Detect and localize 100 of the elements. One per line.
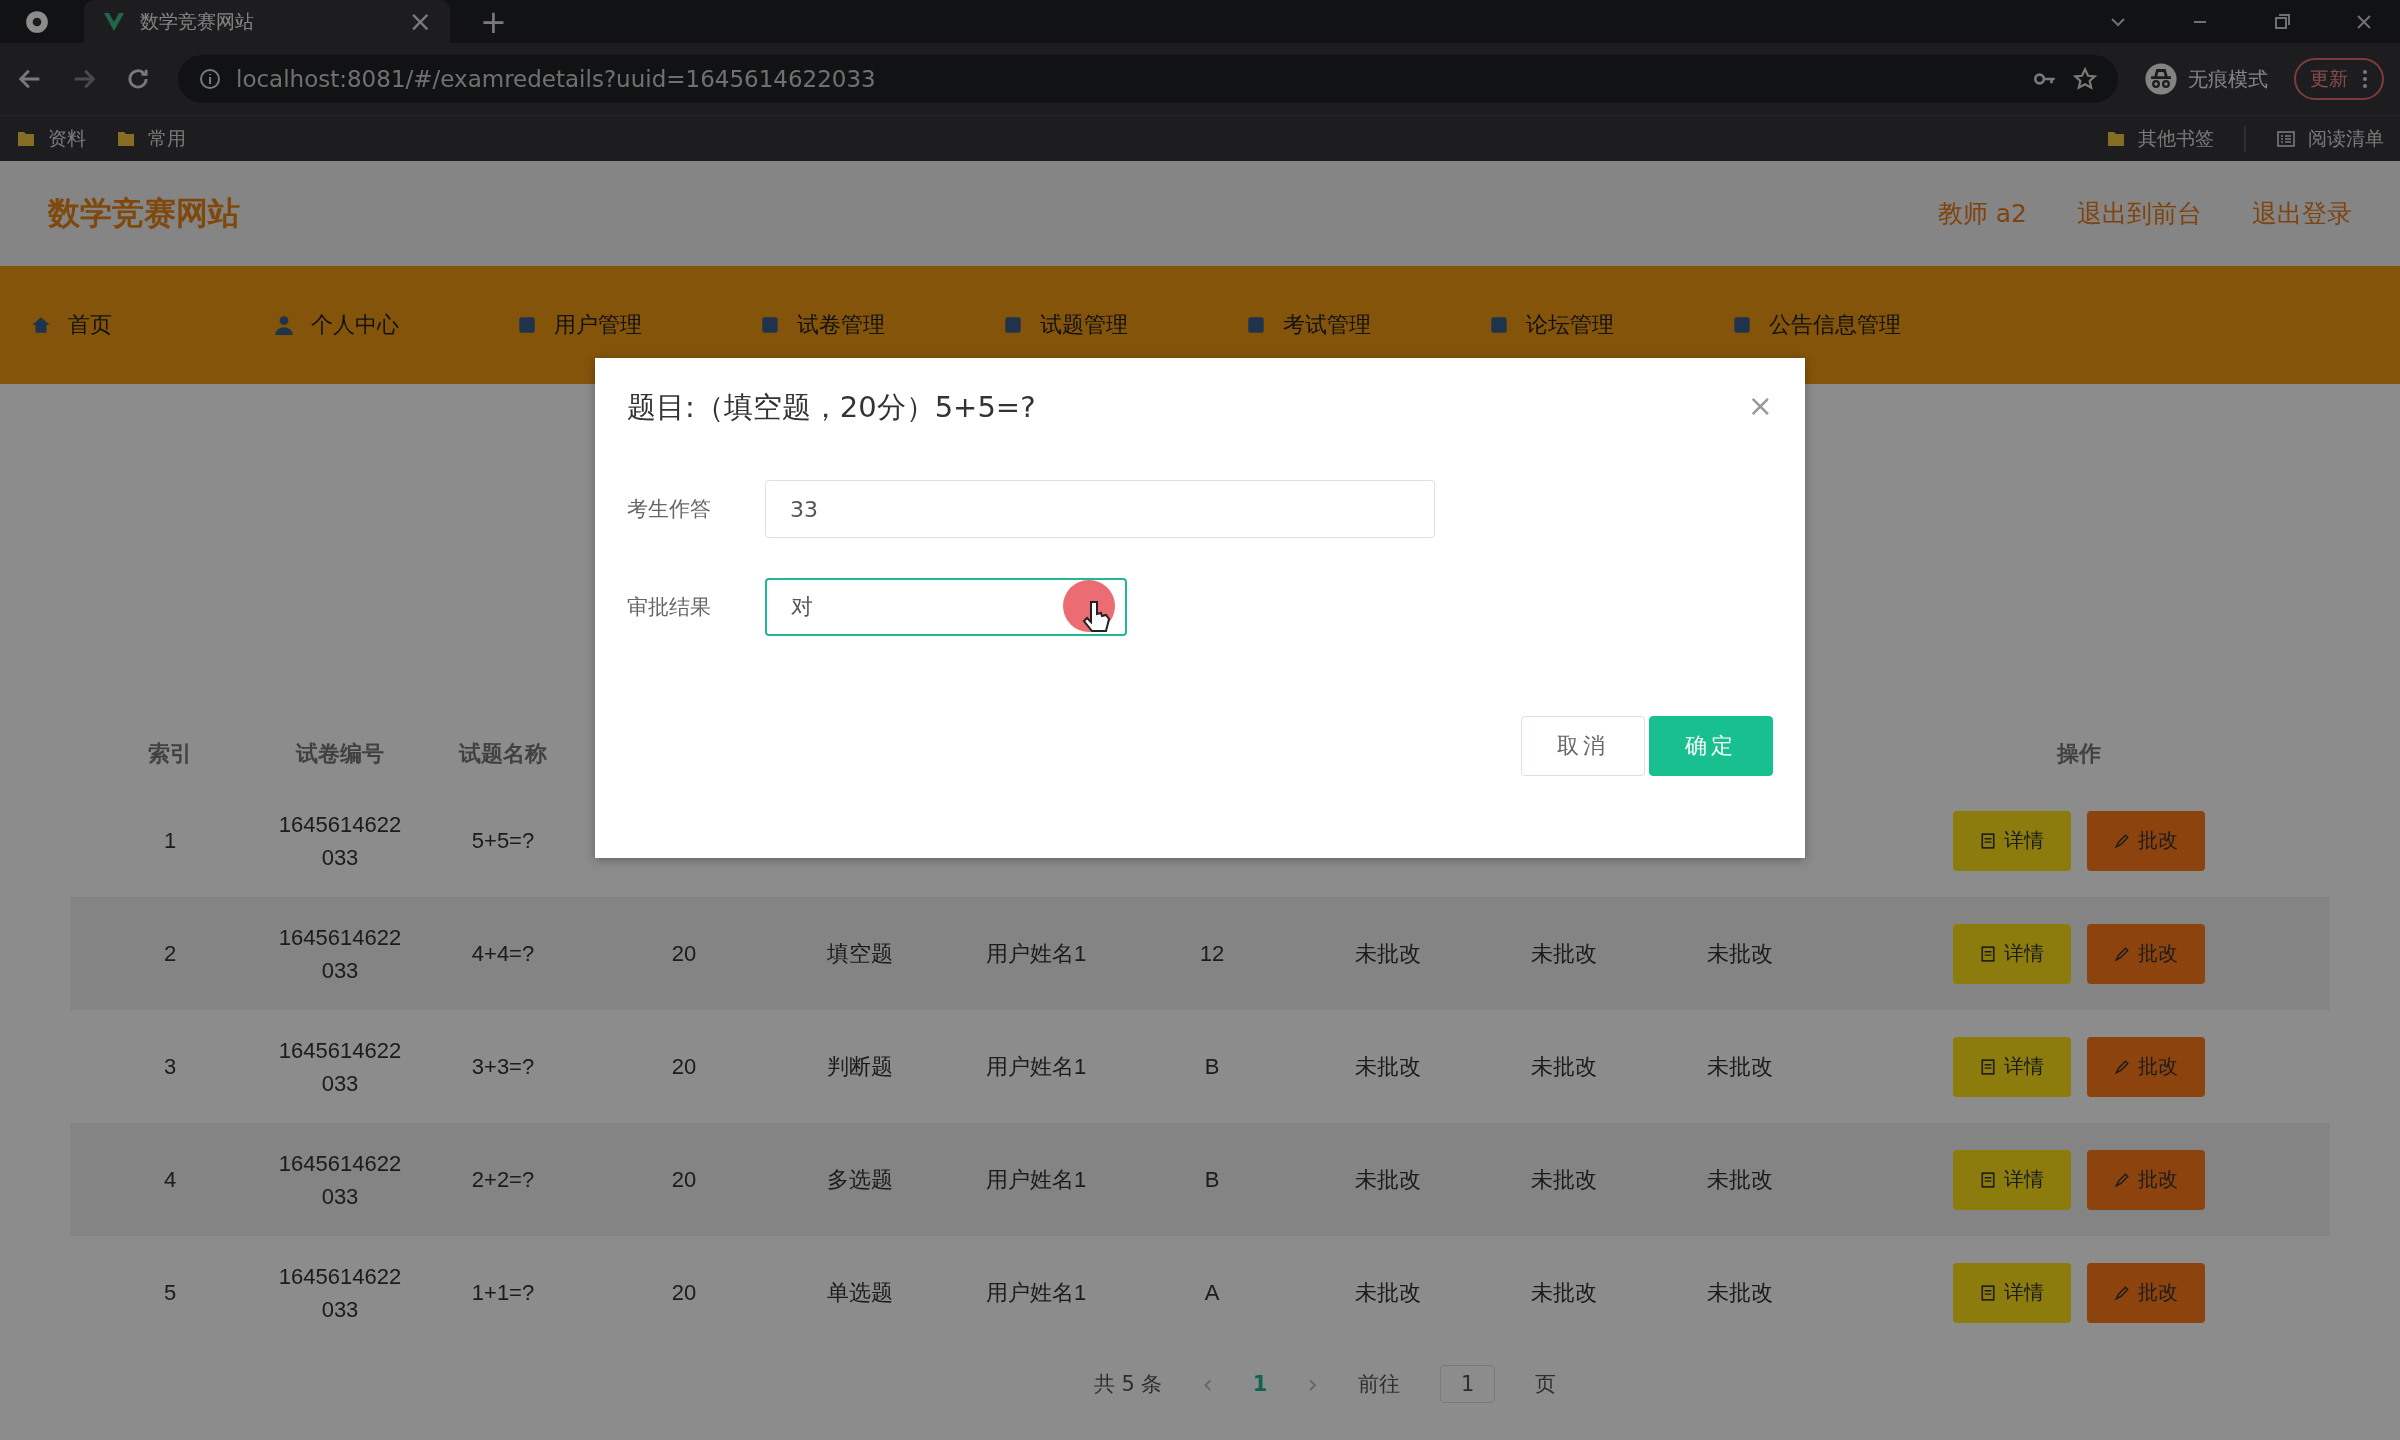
- table-cell: 5+5=?: [471, 827, 535, 854]
- detail-button[interactable]: 详情: [1953, 1036, 2071, 1097]
- table-cell-text: 多选题: [827, 1165, 893, 1194]
- reading-list-button[interactable]: 阅读清单: [2276, 125, 2384, 152]
- kebab-menu-icon: [2362, 69, 2368, 89]
- table-cell: 4: [163, 1166, 177, 1193]
- user-label: 教师 a2: [1937, 198, 2027, 230]
- bookmark-folder[interactable]: 其他书签: [2106, 125, 2214, 152]
- next-page-button[interactable]: ›: [1307, 1369, 1318, 1399]
- incognito-badge[interactable]: 无痕模式: [2144, 62, 2268, 96]
- nav-item[interactable]: 首页: [30, 310, 273, 340]
- update-button[interactable]: 更新: [2294, 58, 2384, 100]
- grade-button[interactable]: 批改: [2087, 1036, 2205, 1097]
- input-field[interactable]: 33: [765, 480, 1435, 538]
- new-tab-button[interactable]: +: [480, 2, 507, 41]
- table-cell-text: 单选题: [827, 1278, 893, 1307]
- total-count: 共 5 条: [1093, 1371, 1163, 1398]
- table-cell-text: 未批改: [1531, 1052, 1597, 1081]
- table-cell-text: 1645614622033: [278, 1036, 402, 1098]
- table-cell: 12: [1199, 940, 1225, 967]
- page-number[interactable]: 1: [1252, 1372, 1268, 1396]
- table-cell-text: 1645614622033: [278, 810, 402, 872]
- table-cell: B: [1204, 1166, 1220, 1193]
- nav-item[interactable]: 个人中心: [273, 310, 516, 340]
- column-header: 索引: [148, 740, 192, 768]
- table-cell-text: 1645614622033: [278, 923, 402, 985]
- table-cell-text: 未批改: [1355, 1278, 1421, 1307]
- user-icon: [273, 314, 295, 336]
- incognito-icon: [2144, 62, 2178, 96]
- table-cell-text: 未批改: [1531, 1165, 1597, 1194]
- square-icon: [1002, 314, 1024, 336]
- nav-item[interactable]: 公告信息管理: [1731, 310, 1974, 340]
- close-button[interactable]: ×: [1747, 388, 1773, 423]
- detail-button[interactable]: 详情: [1953, 1149, 2071, 1210]
- document-icon: [1980, 832, 1996, 849]
- square-icon: [1731, 314, 1753, 336]
- column-header: 试题名称: [459, 740, 547, 768]
- dialog-title: 题目:（填空题，20分）5+5=?: [627, 389, 1036, 426]
- table-cell-text: 未批改: [1707, 1165, 1773, 1194]
- table-cell-text: 未批改: [1707, 1052, 1773, 1081]
- nav-item[interactable]: 论坛管理: [1488, 310, 1731, 340]
- bookmark-folder[interactable]: 资料: [16, 125, 86, 152]
- table-cell-text: 未批改: [1355, 1165, 1421, 1194]
- prev-page-button[interactable]: ‹: [1202, 1369, 1213, 1399]
- table-cell: 5: [163, 1279, 177, 1306]
- header-link[interactable]: 退出到前台: [2077, 197, 2202, 230]
- document-icon: [1980, 1058, 1996, 1075]
- table-cell-text: 未批改: [1355, 1052, 1421, 1081]
- star-icon[interactable]: [2072, 66, 2098, 92]
- table-cell: 20: [671, 1166, 697, 1193]
- confirm-button[interactable]: 确定: [1649, 716, 1773, 776]
- grade-button[interactable]: 批改: [2087, 923, 2205, 984]
- table-cell: 20: [671, 1279, 697, 1306]
- table-cell: 2+2=?: [471, 1166, 535, 1193]
- detail-button[interactable]: 详情: [1953, 923, 2071, 984]
- table-cell-text: 用户姓名1: [985, 1278, 1087, 1307]
- restore-icon[interactable]: [2272, 11, 2292, 32]
- nav-item[interactable]: 考试管理: [1245, 310, 1488, 340]
- bookmark-folder[interactable]: 常用: [116, 125, 186, 152]
- grade-button[interactable]: 批改: [2087, 1262, 2205, 1323]
- field-label: 审批结果: [627, 594, 712, 621]
- table-cell-text: 未批改: [1531, 1278, 1597, 1307]
- table-cell: A: [1204, 1279, 1220, 1306]
- page-input[interactable]: 1: [1439, 1365, 1496, 1403]
- square-icon: [1245, 314, 1267, 336]
- nav-item[interactable]: 试题管理: [1002, 310, 1245, 340]
- table-cell: B: [1204, 1053, 1220, 1080]
- square-icon: [759, 314, 781, 336]
- nav-item[interactable]: 试卷管理: [759, 310, 1002, 340]
- tab-title: 数学竞赛网站: [140, 8, 255, 34]
- table-cell: 20: [671, 940, 697, 967]
- table-cell-text: 未批改: [1707, 1278, 1773, 1307]
- table-cell-text: 判断题: [827, 1052, 893, 1081]
- square-icon: [1488, 314, 1510, 336]
- grade-button[interactable]: 批改: [2087, 810, 2205, 871]
- detail-button[interactable]: 详情: [1953, 810, 2071, 871]
- table-cell-text: 填空题: [827, 939, 893, 968]
- table-cell: 4+4=?: [471, 940, 535, 967]
- document-icon: [1980, 945, 1996, 962]
- field-label: 考生作答: [627, 496, 712, 523]
- column-header: 操作: [2057, 740, 2101, 768]
- header-link[interactable]: 退出登录: [2252, 197, 2352, 230]
- table-cell-text: 用户姓名1: [985, 1052, 1087, 1081]
- pencil-icon: [2114, 832, 2130, 849]
- nav-item[interactable]: 用户管理: [516, 310, 759, 340]
- list-icon: [2276, 128, 2296, 149]
- table-cell: 1+1=?: [471, 1279, 535, 1306]
- grade-button[interactable]: 批改: [2087, 1149, 2205, 1210]
- table-cell-text: 未批改: [1531, 939, 1597, 968]
- browser-logo-icon: [24, 8, 50, 35]
- address-bar[interactable]: localhost:8081/#/examredetails?uuid=1645614622033: [178, 55, 2118, 103]
- detail-button[interactable]: 详情: [1953, 1262, 2071, 1323]
- document-icon: [1980, 1171, 1996, 1188]
- table-cell: 3: [163, 1053, 177, 1080]
- table-cell: 1: [163, 827, 177, 854]
- input-field[interactable]: 对: [765, 578, 1127, 636]
- cancel-button[interactable]: 取消: [1521, 716, 1645, 776]
- tab-close-button[interactable]: ×: [408, 5, 432, 38]
- browser-tab[interactable]: 数学竞赛网站 ×: [84, 0, 450, 43]
- table-cell: 2: [163, 940, 177, 967]
